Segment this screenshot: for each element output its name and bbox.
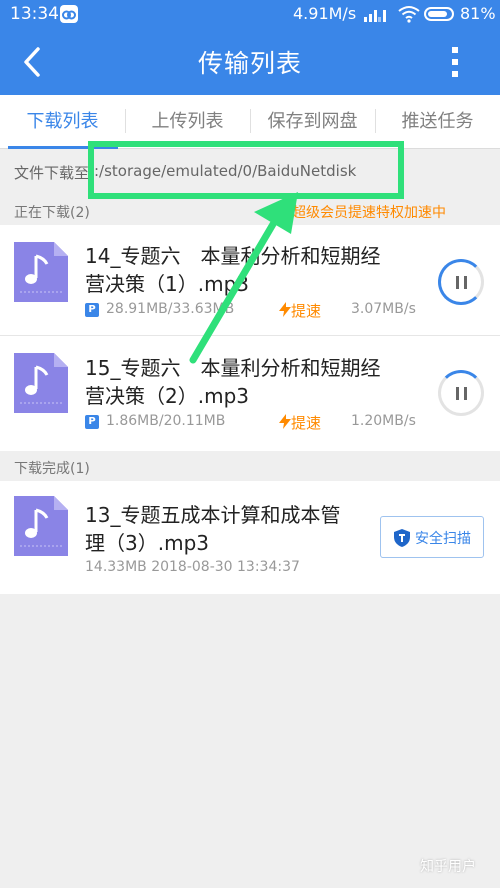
music-file-icon <box>14 496 68 556</box>
download-speed: 3.07MB/s <box>351 301 416 317</box>
more-vertical-icon[interactable] <box>444 44 466 80</box>
page-title: 传输列表 <box>197 49 302 78</box>
file-name: 13_专题五成本计算和成本管 理（3）.mp3 <box>85 501 375 557</box>
pause-button[interactable] <box>438 259 484 305</box>
speed-boost-button[interactable]: 提速 <box>279 300 321 321</box>
empty-area <box>0 594 500 888</box>
watermark: 知乎用户 <box>420 859 476 875</box>
speed-boost-label: 提速 <box>291 414 322 432</box>
list-item[interactable]: 15_专题六 本量利分析和短期经 营决策（2）.mp3 P 1.86MB/20.… <box>0 336 500 446</box>
network-speed: 4.91M/s <box>293 4 357 23</box>
file-size-progress: 28.91MB/33.63MB <box>106 301 235 317</box>
file-name-line: 13_专题五成本计算和成本管 <box>85 503 341 527</box>
completed-section-header: 下载完成(1) <box>0 451 500 481</box>
downloading-section-label: 正在下载(2) <box>14 205 90 221</box>
pause-icon <box>456 276 459 289</box>
completed-section-label: 下载完成(1) <box>14 461 90 477</box>
security-scan-label: 安全扫描 <box>415 531 471 547</box>
shield-icon <box>394 529 410 547</box>
file-info: 14.33MB 2018-08-30 13:34:37 <box>85 559 300 575</box>
annotation-highlight-box <box>88 141 404 199</box>
pause-button[interactable] <box>438 370 484 416</box>
file-name: 14_专题六 本量利分析和短期经 营决策（1）.mp3 <box>85 242 425 298</box>
security-scan-button[interactable]: 安全扫描 <box>380 516 484 558</box>
status-bar: 13:34 4.91M/s 81% <box>0 0 500 28</box>
premium-badge: P <box>85 303 99 317</box>
music-file-icon <box>14 242 68 302</box>
signal-icon <box>364 5 390 27</box>
pause-icon <box>464 387 467 400</box>
file-name: 15_专题六 本量利分析和短期经 营决策（2）.mp3 <box>85 354 425 410</box>
speed-boost-label: 提速 <box>291 302 322 320</box>
download-path-label: 文件下载至 <box>14 164 90 182</box>
file-name-line: 理（3）.mp3 <box>85 531 209 555</box>
music-file-icon <box>14 353 68 413</box>
downloading-section-header: 正在下载(2) 超级会员提速特权加速中 <box>0 195 500 225</box>
file-name-line: 14_专题六 本量利分析和短期经 <box>85 244 381 268</box>
lightning-icon <box>279 414 291 429</box>
list-item[interactable]: 14_专题六 本量利分析和短期经 营决策（1）.mp3 P 28.91MB/33… <box>0 225 500 335</box>
pause-icon <box>456 387 459 400</box>
file-name-line: 营决策（2）.mp3 <box>85 384 249 408</box>
file-name-line: 营决策（1）.mp3 <box>85 272 249 296</box>
wifi-icon <box>398 5 420 27</box>
baidu-notification-icon <box>60 5 78 23</box>
status-time: 13:34 <box>10 4 59 24</box>
premium-badge: P <box>85 415 99 429</box>
file-name-line: 15_专题六 本量利分析和短期经 <box>85 356 381 380</box>
battery-icon <box>424 7 454 21</box>
download-speed: 1.20MB/s <box>351 413 416 429</box>
speed-boost-button[interactable]: 提速 <box>279 412 321 433</box>
lightning-icon <box>279 302 291 317</box>
file-size-progress: 1.86MB/20.11MB <box>106 413 226 429</box>
vip-speedup-promo[interactable]: 超级会员提速特权加速中 <box>292 202 446 222</box>
app-bar: 传输列表 <box>0 28 500 95</box>
battery-percent: 81% <box>460 4 496 23</box>
pause-icon <box>464 276 467 289</box>
